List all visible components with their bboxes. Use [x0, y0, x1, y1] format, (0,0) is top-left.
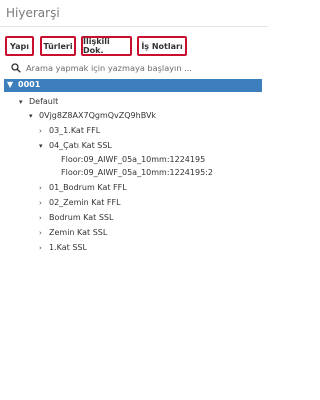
chevron-down-icon[interactable]: ▾ — [39, 141, 49, 152]
search-icon — [11, 63, 21, 73]
search-row — [7, 61, 261, 75]
tree-node-item[interactable]: › Bodrum Kat SSL — [39, 212, 113, 223]
chevron-down-icon[interactable]: ▾ — [19, 97, 29, 108]
tree-node-label: Zemin Kat SSL — [49, 228, 108, 237]
tree-node-item[interactable]: › 01_Bodrum Kat FFL — [39, 182, 127, 193]
tab-bar: Yapı Türleri İlişkili Dok. İş Notları — [0, 36, 268, 58]
tab-types[interactable]: Türleri — [40, 36, 76, 56]
chevron-right-icon[interactable]: › — [39, 198, 49, 209]
chevron-right-icon[interactable]: › — [39, 183, 49, 194]
tree-node-label: 0Vjg8Z8AX7QgmQvZQ9hBVk — [39, 111, 157, 120]
chevron-right-icon[interactable]: › — [39, 228, 49, 239]
tab-work-notes[interactable]: İş Notları — [137, 36, 187, 56]
tree-node-label: 03_1.Kat FFL — [49, 126, 101, 135]
search-input[interactable] — [26, 61, 256, 75]
tree-node-label: 04_Çatı Kat SSL — [49, 141, 112, 150]
chevron-right-icon[interactable]: › — [39, 213, 49, 224]
tree-node-label: 01_Bodrum Kat FFL — [49, 183, 127, 192]
panel-header: Hiyerarşi — [0, 0, 268, 27]
chevron-right-icon[interactable]: › — [39, 126, 49, 137]
tree-leaf[interactable]: Floor:09_AIWF_05a_10mm:1224195 — [61, 154, 205, 165]
tree-node-label: 0001 — [18, 80, 41, 89]
tree-node-item[interactable]: › 1.Kat SSL — [39, 242, 87, 253]
tab-related-documents[interactable]: İlişkili Dok. — [81, 36, 132, 56]
tab-structure[interactable]: Yapı — [5, 36, 34, 56]
tree-node-item[interactable]: ▾ 04_Çatı Kat SSL — [39, 140, 112, 151]
chevron-right-icon[interactable]: › — [39, 243, 49, 254]
tree-node-item[interactable]: › Zemin Kat SSL — [39, 227, 107, 238]
tree-node-default[interactable]: ▾ Default — [19, 96, 58, 107]
tree-node-label: 1.Kat SSL — [49, 243, 87, 252]
tree-leaf[interactable]: Floor:09_AIWF_05a_10mm:1224195:2 — [61, 167, 213, 178]
chevron-down-icon[interactable]: ▼ — [7, 80, 13, 89]
tree-node-label: Bodrum Kat SSL — [49, 213, 114, 222]
tree-node-label: Default — [29, 97, 59, 106]
tree-node-root[interactable]: ▼ 0001 — [4, 79, 262, 92]
chevron-down-icon[interactable]: ▾ — [29, 111, 39, 122]
tree-node-group[interactable]: ▾ 0Vjg8Z8AX7QgmQvZQ9hBVk — [29, 110, 156, 121]
tree-node-label: 02_Zemin Kat FFL — [49, 198, 121, 207]
tree-node-item[interactable]: › 03_1.Kat FFL — [39, 125, 100, 136]
tree-node-item[interactable]: › 02_Zemin Kat FFL — [39, 197, 121, 208]
panel-title: Hiyerarşi — [6, 6, 60, 20]
